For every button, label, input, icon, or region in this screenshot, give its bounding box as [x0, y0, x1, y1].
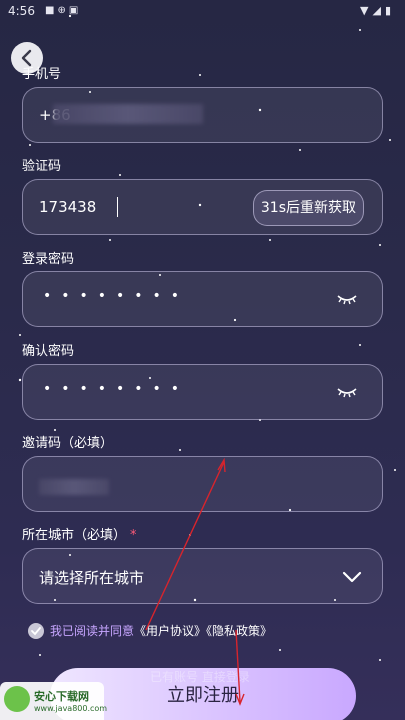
- text-cursor: [117, 197, 118, 217]
- chevron-down-icon: [342, 571, 362, 583]
- invite-code-input[interactable]: [22, 456, 383, 512]
- city-placeholder: 请选择所在城市: [39, 569, 145, 587]
- notification-icon: ■: [45, 5, 58, 16]
- phone-input[interactable]: +86: [22, 87, 383, 143]
- status-time: 4:56: [8, 4, 35, 18]
- password-label: 登录密码: [22, 252, 75, 267]
- city-label-text: 所在城市（必填）: [22, 528, 127, 543]
- wifi-icon: ▼: [360, 4, 373, 17]
- eye-closed-icon[interactable]: [336, 292, 358, 306]
- watermark-title: 安心下载网: [34, 690, 89, 703]
- confirm-password-input[interactable]: ••••••••: [22, 364, 383, 420]
- password-input[interactable]: ••••••••: [22, 271, 383, 327]
- invite-redacted: [39, 479, 109, 495]
- watermark: 安心下载网 www.java800.com: [0, 682, 108, 720]
- user-agreement-link[interactable]: 《用户协议》: [134, 624, 206, 638]
- phone-label: 手机号: [22, 67, 62, 82]
- code-label: 验证码: [22, 159, 62, 174]
- city-label: 所在城市（必填） *: [22, 524, 137, 543]
- privacy-policy-link[interactable]: 《隐私政策》: [206, 624, 272, 638]
- city-select[interactable]: 请选择所在城市: [22, 548, 383, 604]
- status-bar: 4:56 ■⊕▣ ▼◢▮: [0, 0, 405, 24]
- agreement-row: 我已阅读并同意《用户协议》《隐私政策》: [28, 622, 272, 642]
- resend-code-button[interactable]: 31s后重新获取: [252, 190, 364, 226]
- register-button-label: 立即注册: [167, 685, 239, 706]
- login-link[interactable]: 已有账号 直接登录: [150, 668, 250, 685]
- notification-icons: ■⊕▣: [45, 5, 81, 16]
- battery-icon: ▮: [384, 4, 395, 17]
- agreement-checkbox[interactable]: [28, 622, 44, 639]
- watermark-url: www.java800.com: [34, 704, 108, 713]
- invite-code-label: 邀请码（必填）: [22, 436, 114, 451]
- password-mask: ••••••••: [43, 288, 190, 304]
- system-icons: ▼◢▮: [360, 4, 395, 17]
- notification-icon: ⊕: [57, 5, 69, 16]
- signal-icon: ◢: [372, 4, 385, 17]
- watermark-logo-icon: [4, 686, 30, 712]
- check-icon: [31, 626, 41, 635]
- required-mark: *: [130, 528, 137, 543]
- confirm-password-label: 确认密码: [22, 344, 75, 359]
- code-value: 173438: [39, 198, 97, 216]
- notification-icon: ▣: [68, 5, 82, 16]
- verification-code-input[interactable]: 173438 31s后重新获取: [22, 179, 383, 235]
- agreement-text: 我已阅读并同意: [50, 624, 135, 638]
- eye-closed-icon[interactable]: [336, 385, 358, 399]
- confirm-password-mask: ••••••••: [43, 381, 190, 397]
- phone-redacted: [53, 104, 203, 124]
